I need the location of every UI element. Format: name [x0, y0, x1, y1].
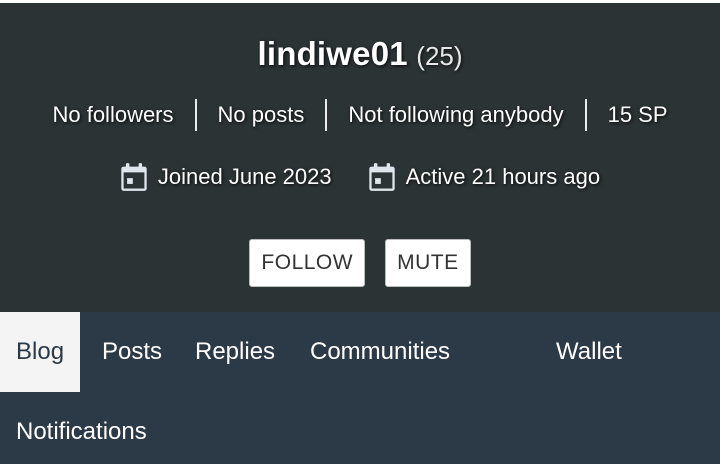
tab-posts[interactable]: Posts [86, 312, 178, 392]
stat-divider [194, 99, 197, 131]
joined-info: Joined June 2023 [120, 162, 332, 192]
profile-stats: No followers No posts Not following anyb… [0, 97, 720, 133]
tab-notifications[interactable]: Notifications [0, 392, 163, 472]
tab-replies[interactable]: Replies [179, 312, 291, 392]
tab-blog[interactable]: Blog [0, 312, 81, 392]
steem-power: 15 SP [607, 102, 668, 127]
following-link[interactable]: Not following anybody [327, 97, 584, 133]
tab-wallet[interactable]: Wallet [540, 312, 638, 392]
stat-divider [584, 99, 587, 131]
profile-meta: Joined June 2023 Active 21 hours ago [0, 159, 720, 195]
followers-link[interactable]: No followers [31, 97, 194, 133]
calendar-icon [121, 163, 147, 191]
username: lindiwe01 [257, 35, 408, 72]
reputation-score: (25) [416, 41, 463, 71]
joined-date: Joined June 2023 [157, 164, 332, 189]
posts-count-link[interactable]: No posts [197, 97, 326, 133]
stat-divider [325, 99, 328, 131]
follow-button[interactable]: FOLLOW [249, 239, 366, 287]
last-active: Active 21 hours ago [405, 164, 601, 189]
active-info: Active 21 hours ago [368, 162, 600, 192]
profile-header: lindiwe01 (25) No followers No posts Not… [0, 0, 720, 312]
profile-tabs: Blog Posts Replies Communities Wallet No… [0, 312, 720, 464]
tab-communities[interactable]: Communities [294, 312, 466, 392]
profile-title: lindiwe01 (25) [0, 35, 720, 73]
calendar-icon [368, 163, 395, 191]
profile-actions: FOLLOW MUTE [0, 239, 720, 287]
mute-button[interactable]: MUTE [385, 239, 471, 287]
